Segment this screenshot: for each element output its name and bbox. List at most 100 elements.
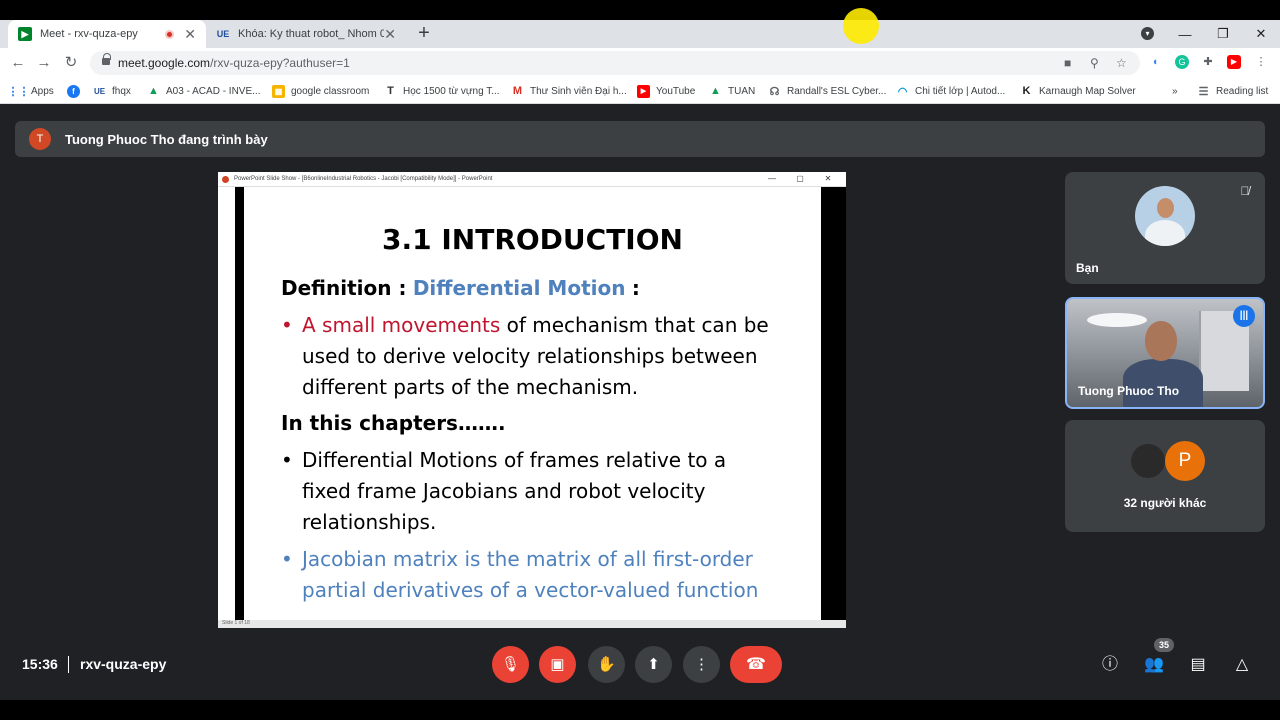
meet-stage: T Tuong Phuoc Tho đang trình bày PowerPo… bbox=[0, 104, 1280, 700]
classroom-icon: ▦ bbox=[272, 84, 285, 98]
youtube-extension-icon[interactable]: ▶ bbox=[1227, 55, 1241, 69]
bookmark-facebook[interactable]: f bbox=[67, 83, 86, 99]
youtube-icon: ▶ bbox=[637, 84, 650, 98]
bookmarks-overflow-icon[interactable]: » bbox=[1172, 83, 1178, 99]
reading-list[interactable]: ☰ Reading list bbox=[1197, 83, 1269, 99]
definition-term: Differential Motion bbox=[412, 276, 626, 300]
lock-icon bbox=[102, 53, 111, 66]
reload-icon[interactable]: ↻ bbox=[61, 53, 81, 73]
bookmark-youtube[interactable]: ▶ YouTube bbox=[637, 83, 695, 99]
bullet-dot: • bbox=[281, 547, 293, 571]
raise-hand-button[interactable]: ✋ bbox=[588, 646, 625, 683]
drive-icon: ▲ bbox=[710, 85, 721, 97]
bookmark-autodesk[interactable]: ◠ Chi tiết lớp | Autod... bbox=[896, 83, 1006, 99]
t-icon: T bbox=[387, 85, 394, 97]
definition-label: Definition : bbox=[281, 276, 407, 300]
powerpoint-icon bbox=[222, 175, 229, 183]
participant-name: Bạn bbox=[1076, 261, 1099, 275]
bookmark-star-icon[interactable]: ☆ bbox=[1116, 56, 1127, 70]
powerpoint-titlebar: PowerPoint Slide Show - [B6onlineIndustr… bbox=[218, 172, 846, 187]
bookmark-fhqx[interactable]: UE fhqx bbox=[93, 83, 131, 99]
restore-icon: ▢ bbox=[796, 174, 804, 183]
bookmark-apps[interactable]: ⋮⋮ Apps bbox=[8, 83, 54, 99]
bullet-1-text: of mechanism that can be bbox=[500, 313, 769, 337]
extensions-icon[interactable]: ✚ bbox=[1201, 55, 1215, 69]
close-icon: ✕ bbox=[824, 174, 832, 183]
tab-search-icon[interactable]: ▾ bbox=[1141, 27, 1154, 40]
participant-name: Tuong Phuoc Tho bbox=[1078, 384, 1180, 398]
leave-call-button[interactable]: ☎ bbox=[730, 646, 782, 683]
facebook-icon: f bbox=[67, 84, 80, 98]
more-options-button[interactable]: ⋮ bbox=[683, 646, 720, 683]
close-tab-icon[interactable]: ✕ bbox=[184, 26, 196, 43]
activities-icon[interactable]: △ bbox=[1231, 654, 1253, 676]
bookmark-randalls[interactable]: ☊ Randall's ESL Cyber... bbox=[768, 83, 887, 99]
headphones-icon: ☊ bbox=[769, 85, 780, 98]
minimize-icon[interactable]: — bbox=[1166, 27, 1204, 42]
slide-border-right bbox=[821, 187, 846, 620]
powerpoint-window-controls: — ▢ ✕ bbox=[758, 174, 842, 183]
participant-tile-presenter[interactable]: ||| Tuong Phuoc Tho bbox=[1065, 297, 1265, 409]
bookmark-classroom[interactable]: ▦ google classroom bbox=[272, 83, 369, 99]
address-bar[interactable]: meet.google.com/rxv-quza-epy?authuser=1 … bbox=[90, 51, 1140, 75]
close-window-icon[interactable]: ✕ bbox=[1242, 26, 1280, 42]
tab-title: Meet - rxv-quza-epy bbox=[40, 28, 138, 40]
tab-course[interactable]: UE Khóa: Ky thuat robot_ Nhom 03C ✕ bbox=[206, 20, 406, 48]
k-icon: K bbox=[1022, 85, 1031, 97]
window-controls: — ❐ ✕ bbox=[1166, 20, 1280, 48]
camera-toggle-button[interactable]: ▣ bbox=[539, 646, 576, 683]
back-icon[interactable]: ← bbox=[8, 53, 28, 73]
mic-toggle-button[interactable]: 🎙 bbox=[492, 646, 529, 683]
meeting-controls: 15:36 rxv-quza-epy 🎙 ▣ ✋ ⬆ ⋮ ☎ ⓘ 👥 35 ▤ … bbox=[0, 624, 1280, 700]
zoom-icon[interactable]: ⚲ bbox=[1090, 56, 1099, 70]
people-count-badge: 35 bbox=[1154, 638, 1174, 652]
chrome-menu-icon[interactable]: ⋮ bbox=[1254, 55, 1268, 69]
camera-off-icon: ▣ bbox=[550, 656, 565, 673]
camera-icon[interactable]: ■ bbox=[1064, 56, 1071, 70]
restore-icon[interactable]: ❐ bbox=[1204, 26, 1242, 42]
more-vert-icon: ⋮ bbox=[694, 656, 709, 673]
extension-audio-icon[interactable]: ◖ bbox=[1148, 55, 1162, 69]
bookmark-a03[interactable]: ▲ A03 - ACAD - INVE... bbox=[147, 83, 260, 99]
browser-toolbar: ← → ↻ meet.google.com/rxv-quza-epy?authu… bbox=[0, 48, 1280, 78]
meeting-details-icon[interactable]: ⓘ bbox=[1099, 654, 1121, 676]
present-button[interactable]: ⬆ bbox=[635, 646, 672, 683]
tab-meet[interactable]: ▶ Meet - rxv-quza-epy ✕ bbox=[8, 20, 206, 48]
divider bbox=[68, 656, 69, 673]
slide: 3.1 INTRODUCTION Definition : Differenti… bbox=[244, 187, 821, 620]
hand-icon: ✋ bbox=[597, 656, 616, 673]
slide-title: 3.1 INTRODUCTION bbox=[382, 223, 683, 256]
avatar: P bbox=[1165, 441, 1205, 481]
bookmark-tuan[interactable]: ▲ TUAN bbox=[709, 83, 755, 99]
definition-colon: : bbox=[631, 276, 640, 300]
forward-icon[interactable]: → bbox=[34, 53, 54, 73]
grammarly-icon[interactable]: G bbox=[1175, 55, 1189, 69]
screen: ▶ Meet - rxv-quza-epy ✕ UE Khóa: Ky thua… bbox=[0, 0, 1280, 720]
hang-up-icon: ☎ bbox=[746, 656, 766, 673]
slide-border-left bbox=[235, 187, 244, 620]
avatar: T bbox=[29, 128, 51, 150]
cursor-highlight bbox=[843, 8, 879, 44]
chat-icon[interactable]: ▤ bbox=[1187, 654, 1209, 676]
bookmark-karnaugh[interactable]: K Karnaugh Map Solver bbox=[1020, 83, 1136, 99]
present-screen-icon: ⬆ bbox=[647, 656, 660, 673]
powerpoint-window-title: PowerPoint Slide Show - [B6onlineIndustr… bbox=[234, 176, 493, 182]
meeting-code: rxv-quza-epy bbox=[80, 656, 167, 672]
close-tab-icon[interactable]: ✕ bbox=[384, 26, 396, 43]
bookmark-hoc-1500[interactable]: T Học 1500 từ vựng T... bbox=[384, 83, 499, 99]
speaking-indicator-icon: ||| bbox=[1233, 305, 1255, 327]
new-tab-button[interactable]: + bbox=[414, 22, 434, 44]
people-icon[interactable]: 👥 bbox=[1143, 654, 1165, 676]
participant-tile-you[interactable]: 🎙̸ Bạn bbox=[1065, 172, 1265, 284]
mic-off-icon: 🎙 bbox=[500, 656, 521, 673]
meeting-clock: 15:36 bbox=[22, 656, 58, 672]
reading-list-icon: ☰ bbox=[1198, 85, 1209, 98]
presenting-banner: T Tuong Phuoc Tho đang trình bày bbox=[15, 121, 1265, 157]
autodesk-icon: ◠ bbox=[897, 85, 908, 98]
participant-tile-others[interactable]: P 32 người khác bbox=[1065, 420, 1265, 532]
drive-icon: ▲ bbox=[148, 85, 159, 97]
gmail-icon: M bbox=[512, 85, 523, 97]
uex-icon: UE bbox=[216, 29, 230, 39]
tab-strip: ▶ Meet - rxv-quza-epy ✕ UE Khóa: Ky thua… bbox=[0, 20, 1280, 48]
bookmark-gmail[interactable]: M Thư Sinh viên Đại h... bbox=[511, 83, 627, 99]
